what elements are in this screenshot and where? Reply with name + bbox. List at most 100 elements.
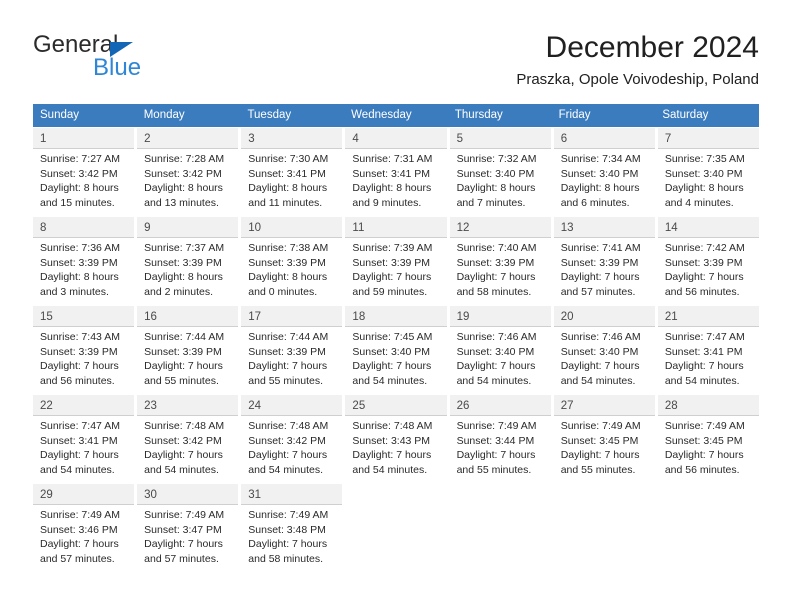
day-cell[interactable]: 27 Sunrise: 7:49 AM Sunset: 3:45 PM Dayl…	[553, 395, 658, 483]
day-cell[interactable]: 1 Sunrise: 7:27 AM Sunset: 3:42 PM Dayli…	[33, 128, 138, 216]
day-details: Sunrise: 7:39 AM Sunset: 3:39 PM Dayligh…	[345, 238, 446, 305]
daylight-text-line1: Daylight: 8 hours	[456, 182, 536, 195]
daylight-text-line1: Daylight: 8 hours	[560, 182, 640, 195]
calendar-week-row: 29 Sunrise: 7:49 AM Sunset: 3:46 PM Dayl…	[33, 483, 759, 577]
day-cell[interactable]: 13 Sunrise: 7:41 AM Sunset: 3:39 PM Dayl…	[553, 217, 658, 305]
day-details: Sunrise: 7:34 AM Sunset: 3:40 PM Dayligh…	[554, 149, 655, 216]
day-details: Sunrise: 7:43 AM Sunset: 3:39 PM Dayligh…	[33, 327, 134, 394]
weekday-header-monday: Monday	[143, 109, 185, 121]
day-cell[interactable]: 31 Sunrise: 7:49 AM Sunset: 3:48 PM Dayl…	[241, 484, 346, 577]
sunset-text: Sunset: 3:40 PM	[456, 345, 535, 358]
day-details: Sunrise: 7:44 AM Sunset: 3:39 PM Dayligh…	[241, 327, 342, 394]
day-cell[interactable]: 17 Sunrise: 7:44 AM Sunset: 3:39 PM Dayl…	[241, 306, 346, 394]
day-number	[449, 484, 551, 505]
day-details: Sunrise: 7:36 AM Sunset: 3:39 PM Dayligh…	[33, 238, 134, 305]
day-number: 27	[553, 395, 655, 416]
weekday-header-thursday: Thursday	[454, 109, 503, 121]
daylight-text-line2: and 3 minutes.	[40, 285, 109, 298]
day-cell[interactable]: 9 Sunrise: 7:37 AM Sunset: 3:39 PM Dayli…	[137, 217, 242, 305]
day-number: 7	[657, 128, 759, 149]
day-details: Sunrise: 7:49 AM Sunset: 3:45 PM Dayligh…	[554, 416, 655, 483]
daylight-text-line2: and 9 minutes.	[352, 196, 422, 209]
day-cell[interactable]: 14 Sunrise: 7:42 AM Sunset: 3:39 PM Dayl…	[657, 217, 759, 305]
daylight-text-line1: Daylight: 8 hours	[248, 182, 328, 195]
weekday-header-sunday: Sunday	[40, 109, 80, 121]
day-cell[interactable]: 12 Sunrise: 7:40 AM Sunset: 3:39 PM Dayl…	[449, 217, 554, 305]
day-details: Sunrise: 7:47 AM Sunset: 3:41 PM Dayligh…	[658, 327, 759, 394]
day-cell[interactable]: 23 Sunrise: 7:48 AM Sunset: 3:42 PM Dayl…	[137, 395, 242, 483]
sunset-text: Sunset: 3:39 PM	[248, 345, 326, 358]
daylight-text-line1: Daylight: 7 hours	[144, 449, 223, 462]
sunrise-text: Sunrise: 7:42 AM	[664, 242, 745, 254]
sunset-text: Sunset: 3:42 PM	[40, 167, 118, 180]
daylight-text-line2: and 2 minutes.	[144, 285, 214, 298]
sunset-text: Sunset: 3:41 PM	[352, 167, 431, 180]
daylight-text-line1: Daylight: 8 hours	[40, 271, 119, 284]
day-cell[interactable]: 2 Sunrise: 7:28 AM Sunset: 3:42 PM Dayli…	[137, 128, 242, 216]
day-cell[interactable]: 29 Sunrise: 7:49 AM Sunset: 3:46 PM Dayl…	[33, 484, 138, 577]
daylight-text-line2: and 54 minutes.	[352, 374, 428, 387]
daylight-text-line1: Daylight: 7 hours	[664, 449, 744, 462]
sunset-text: Sunset: 3:46 PM	[40, 523, 118, 536]
daylight-text-line2: and 13 minutes.	[144, 196, 219, 209]
day-cell[interactable]: 6 Sunrise: 7:34 AM Sunset: 3:40 PM Dayli…	[553, 128, 658, 216]
weekday-header-wednesday: Wednesday	[351, 109, 412, 121]
day-number: 2	[137, 128, 239, 149]
sunrise-text: Sunrise: 7:48 AM	[144, 420, 225, 432]
sunrise-text: Sunrise: 7:37 AM	[144, 242, 225, 254]
day-cell[interactable]: 30 Sunrise: 7:49 AM Sunset: 3:47 PM Dayl…	[137, 484, 242, 577]
day-cell[interactable]: 20 Sunrise: 7:46 AM Sunset: 3:40 PM Dayl…	[553, 306, 658, 394]
sunrise-text: Sunrise: 7:30 AM	[248, 153, 329, 165]
day-cell[interactable]: 25 Sunrise: 7:48 AM Sunset: 3:43 PM Dayl…	[345, 395, 450, 483]
day-cell[interactable]: 26 Sunrise: 7:49 AM Sunset: 3:44 PM Dayl…	[449, 395, 554, 483]
day-cell[interactable]: 4 Sunrise: 7:31 AM Sunset: 3:41 PM Dayli…	[345, 128, 450, 216]
day-cell[interactable]: 3 Sunrise: 7:30 AM Sunset: 3:41 PM Dayli…	[241, 128, 346, 216]
daylight-text-line1: Daylight: 7 hours	[456, 271, 536, 284]
day-cell[interactable]: 28 Sunrise: 7:49 AM Sunset: 3:45 PM Dayl…	[657, 395, 759, 483]
day-cell[interactable]: 8 Sunrise: 7:36 AM Sunset: 3:39 PM Dayli…	[33, 217, 138, 305]
sunrise-text: Sunrise: 7:47 AM	[40, 420, 120, 432]
page-title: December 2024	[545, 31, 759, 64]
daylight-text-line2: and 55 minutes.	[560, 463, 636, 476]
day-number: 8	[33, 217, 135, 238]
day-cell[interactable]: 10 Sunrise: 7:38 AM Sunset: 3:39 PM Dayl…	[241, 217, 346, 305]
day-number	[345, 484, 447, 505]
day-number: 29	[33, 484, 135, 505]
daylight-text-line2: and 54 minutes.	[40, 463, 115, 476]
day-cell[interactable]: 11 Sunrise: 7:39 AM Sunset: 3:39 PM Dayl…	[345, 217, 450, 305]
sunrise-text: Sunrise: 7:46 AM	[560, 331, 641, 343]
day-cell[interactable]: 22 Sunrise: 7:47 AM Sunset: 3:41 PM Dayl…	[33, 395, 138, 483]
daylight-text-line2: and 4 minutes.	[664, 196, 734, 209]
day-details: Sunrise: 7:31 AM Sunset: 3:41 PM Dayligh…	[345, 149, 446, 216]
day-number: 10	[241, 217, 343, 238]
sunrise-text: Sunrise: 7:49 AM	[40, 509, 120, 521]
day-cell[interactable]: 18 Sunrise: 7:45 AM Sunset: 3:40 PM Dayl…	[345, 306, 450, 394]
daylight-text-line2: and 57 minutes.	[560, 285, 636, 298]
day-details: Sunrise: 7:47 AM Sunset: 3:41 PM Dayligh…	[33, 416, 134, 483]
sunrise-text: Sunrise: 7:44 AM	[144, 331, 225, 343]
day-number: 31	[241, 484, 343, 505]
sunrise-text: Sunrise: 7:45 AM	[352, 331, 433, 343]
day-details: Sunrise: 7:42 AM Sunset: 3:39 PM Dayligh…	[658, 238, 759, 305]
sunset-text: Sunset: 3:39 PM	[456, 256, 535, 269]
day-number: 4	[345, 128, 447, 149]
sunset-text: Sunset: 3:45 PM	[560, 434, 639, 447]
daylight-text-line1: Daylight: 7 hours	[664, 360, 744, 373]
daylight-text-line2: and 7 minutes.	[456, 196, 526, 209]
daylight-text-line2: and 56 minutes.	[664, 285, 740, 298]
day-cell[interactable]: 7 Sunrise: 7:35 AM Sunset: 3:40 PM Dayli…	[657, 128, 759, 216]
day-cell[interactable]: 16 Sunrise: 7:44 AM Sunset: 3:39 PM Dayl…	[137, 306, 242, 394]
day-number: 13	[553, 217, 655, 238]
daylight-text-line1: Daylight: 7 hours	[560, 360, 640, 373]
day-cell[interactable]: 19 Sunrise: 7:46 AM Sunset: 3:40 PM Dayl…	[449, 306, 554, 394]
day-cell[interactable]: 21 Sunrise: 7:47 AM Sunset: 3:41 PM Dayl…	[657, 306, 759, 394]
day-details: Sunrise: 7:35 AM Sunset: 3:40 PM Dayligh…	[658, 149, 759, 216]
sunrise-text: Sunrise: 7:48 AM	[248, 420, 329, 432]
day-cell[interactable]: 15 Sunrise: 7:43 AM Sunset: 3:39 PM Dayl…	[33, 306, 138, 394]
day-cell[interactable]: 5 Sunrise: 7:32 AM Sunset: 3:40 PM Dayli…	[449, 128, 554, 216]
calendar-week-row: 1 Sunrise: 7:27 AM Sunset: 3:42 PM Dayli…	[33, 127, 759, 216]
day-cell[interactable]: 24 Sunrise: 7:48 AM Sunset: 3:42 PM Dayl…	[241, 395, 346, 483]
daylight-text-line1: Daylight: 7 hours	[560, 449, 640, 462]
sunrise-text: Sunrise: 7:34 AM	[560, 153, 641, 165]
daylight-text-line1: Daylight: 7 hours	[352, 449, 432, 462]
